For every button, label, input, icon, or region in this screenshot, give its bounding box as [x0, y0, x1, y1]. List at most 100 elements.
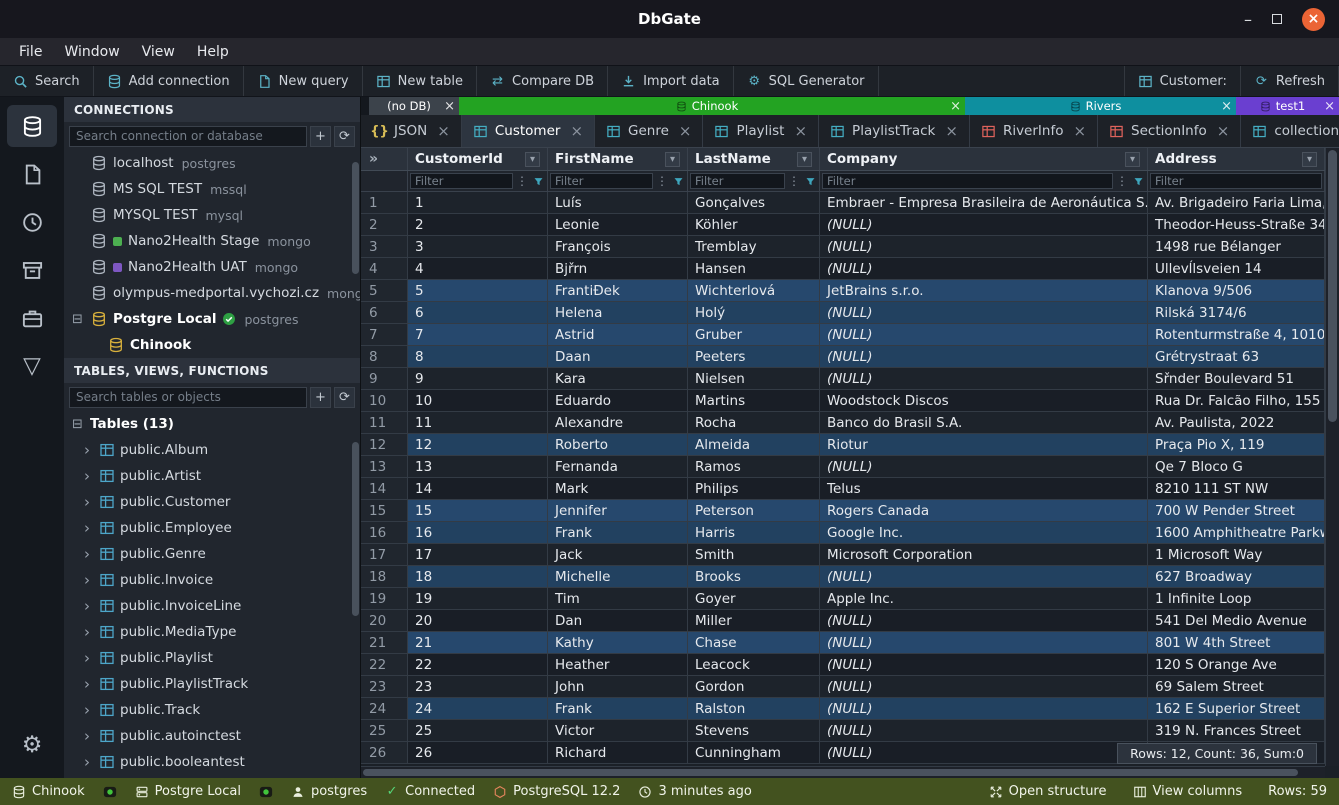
chevron-right-icon[interactable]: › [84, 677, 94, 692]
table-item-public-invoice[interactable]: ›public.Invoice [64, 567, 360, 593]
connection-item-nano2health-stage[interactable]: Nano2Health Stagemongo [64, 228, 360, 254]
cell-address[interactable]: 1600 Amphitheatre Parkwa [1148, 522, 1325, 543]
cell-address[interactable]: 8210 111 ST NW [1148, 478, 1325, 499]
cell-customerid[interactable]: 1 [408, 192, 548, 213]
close-icon[interactable]: × [437, 124, 450, 139]
toolbar-button-customer[interactable]: Customer: [1125, 66, 1241, 96]
table-row[interactable]: 1313FernandaRamos(NULL)Qe 7 Bloco G [361, 456, 1325, 478]
cell-address[interactable]: Klanova 9/506 [1148, 280, 1325, 301]
cell-lastname[interactable]: Martins [688, 390, 820, 411]
toolbar-button-new-table[interactable]: New table [363, 66, 477, 96]
connection-item-postgre-local[interactable]: ⊟Postgre Localpostgres [64, 306, 360, 332]
cell-customerid[interactable]: 10 [408, 390, 548, 411]
cell-lastname[interactable]: Leacock [688, 654, 820, 675]
table-row[interactable]: 66HelenaHolý(NULL)Rilská 3174/6 [361, 302, 1325, 324]
sidebar-widget-filter-button[interactable]: ▽ [7, 345, 57, 387]
table-item-public-customer[interactable]: ›public.Customer [64, 489, 360, 515]
column-header-company[interactable]: Company▾ [820, 148, 1148, 170]
cell-firstname[interactable]: Eduardo [548, 390, 688, 411]
column-dropdown-icon[interactable]: ▾ [797, 152, 812, 167]
cell-lastname[interactable]: Cunningham [688, 742, 820, 763]
chevron-right-icon[interactable]: › [84, 703, 94, 718]
cell-lastname[interactable]: Almeida [688, 434, 820, 455]
filter-menu-icon[interactable]: ⋮ [655, 174, 669, 188]
cell-firstname[interactable]: Victor [548, 720, 688, 741]
cell-customerid[interactable]: 3 [408, 236, 548, 257]
cell-customerid[interactable]: 2 [408, 214, 548, 235]
table-row[interactable]: 1414MarkPhilipsTelus8210 111 ST NW [361, 478, 1325, 500]
status-open-structure[interactable]: Open structure [989, 784, 1107, 799]
table-item-public-track[interactable]: ›public.Track [64, 697, 360, 723]
collapse-icon[interactable]: ⊟ [72, 313, 85, 326]
cell-customerid[interactable]: 6 [408, 302, 548, 323]
filter-input-firstname[interactable] [550, 173, 653, 189]
close-icon[interactable]: × [1217, 124, 1230, 139]
cell-lastname[interactable]: Holý [688, 302, 820, 323]
cell-address[interactable]: Praça Pio X, 119 [1148, 434, 1325, 455]
connection-item-ms-sql-test[interactable]: MS SQL TESTmssql [64, 176, 360, 202]
cell-firstname[interactable]: Jennifer [548, 500, 688, 521]
table-item-public-employee[interactable]: ›public.Employee [64, 515, 360, 541]
cell-firstname[interactable]: François [548, 236, 688, 257]
cell-lastname[interactable]: Harris [688, 522, 820, 543]
cell-company[interactable]: (NULL) [820, 324, 1148, 345]
cell-address[interactable]: 1 Microsoft Way [1148, 544, 1325, 565]
cell-company[interactable]: Woodstock Discos [820, 390, 1148, 411]
table-item-public-playlisttrack[interactable]: ›public.PlaylistTrack [64, 671, 360, 697]
scrollbar-thumb[interactable] [352, 162, 359, 274]
toolbar-button-add-connection[interactable]: Add connection [94, 66, 244, 96]
tab-json[interactable]: {}JSON× [361, 115, 462, 147]
toolbar-button-compare-db[interactable]: ⇄Compare DB [477, 66, 608, 96]
cell-firstname[interactable]: Daan [548, 346, 688, 367]
close-icon[interactable]: × [794, 124, 807, 139]
toolbar-button-import-data[interactable]: Import data [608, 66, 734, 96]
cell-address[interactable]: Av. Paulista, 2022 [1148, 412, 1325, 433]
table-row[interactable]: 1717JackSmithMicrosoft Corporation1 Micr… [361, 544, 1325, 566]
cell-customerid[interactable]: 12 [408, 434, 548, 455]
cell-lastname[interactable]: Hansen [688, 258, 820, 279]
close-icon[interactable]: × [1221, 100, 1232, 113]
cell-firstname[interactable]: Leonie [548, 214, 688, 235]
cell-firstname[interactable]: Astrid [548, 324, 688, 345]
cell-company[interactable]: (NULL) [820, 456, 1148, 477]
cell-address[interactable]: 319 N. Frances Street [1148, 720, 1325, 741]
cell-lastname[interactable]: Ralston [688, 698, 820, 719]
filter-input-company[interactable] [822, 173, 1113, 189]
column-header-lastname[interactable]: LastName▾ [688, 148, 820, 170]
cell-company[interactable]: (NULL) [820, 610, 1148, 631]
menu-window[interactable]: Window [53, 44, 130, 60]
settings-gear-button[interactable]: ⚙ [7, 724, 57, 766]
tab-genre[interactable]: Genre× [595, 115, 703, 147]
cell-firstname[interactable]: Dan [548, 610, 688, 631]
cell-address[interactable]: Grétrystraat 63 [1148, 346, 1325, 367]
cell-customerid[interactable]: 8 [408, 346, 548, 367]
cell-address[interactable]: Av. Brigadeiro Faria Lima, 2 [1148, 192, 1325, 213]
cell-firstname[interactable]: Kathy [548, 632, 688, 653]
cell-lastname[interactable]: Tremblay [688, 236, 820, 257]
table-item-public-autoinctest[interactable]: ›public.autoinctest [64, 723, 360, 749]
cell-firstname[interactable]: Tim [548, 588, 688, 609]
sidebar-widget-archive-button[interactable] [7, 249, 57, 291]
tables-scrollbar[interactable] [352, 413, 359, 776]
tab-playlist[interactable]: Playlist× [703, 115, 819, 147]
cell-address[interactable]: Theodor-Heuss-Straße 34 [1148, 214, 1325, 235]
cell-customerid[interactable]: 21 [408, 632, 548, 653]
cell-lastname[interactable]: Chase [688, 632, 820, 653]
cell-lastname[interactable]: Nielsen [688, 368, 820, 389]
tab-playlisttrack[interactable]: PlaylistTrack× [819, 115, 970, 147]
scrollbar-thumb[interactable] [1328, 150, 1337, 422]
funnel-icon[interactable] [803, 174, 817, 188]
scrollbar-thumb[interactable] [352, 442, 359, 616]
cell-lastname[interactable]: Brooks [688, 566, 820, 587]
funnel-icon[interactable] [1131, 174, 1145, 188]
cell-lastname[interactable]: Köhler [688, 214, 820, 235]
sidebar-widget-file-button[interactable] [7, 153, 57, 195]
cell-company[interactable]: (NULL) [820, 742, 1148, 763]
cell-customerid[interactable]: 18 [408, 566, 548, 587]
cell-lastname[interactable]: Gordon [688, 676, 820, 697]
table-row[interactable]: 2121KathyChase(NULL)801 W 4th Street [361, 632, 1325, 654]
filter-menu-icon[interactable]: ⋮ [1115, 174, 1129, 188]
table-row[interactable]: 2424FrankRalston(NULL)162 E Superior Str… [361, 698, 1325, 720]
cell-address[interactable]: Qe 7 Bloco G [1148, 456, 1325, 477]
cell-company[interactable]: (NULL) [820, 368, 1148, 389]
